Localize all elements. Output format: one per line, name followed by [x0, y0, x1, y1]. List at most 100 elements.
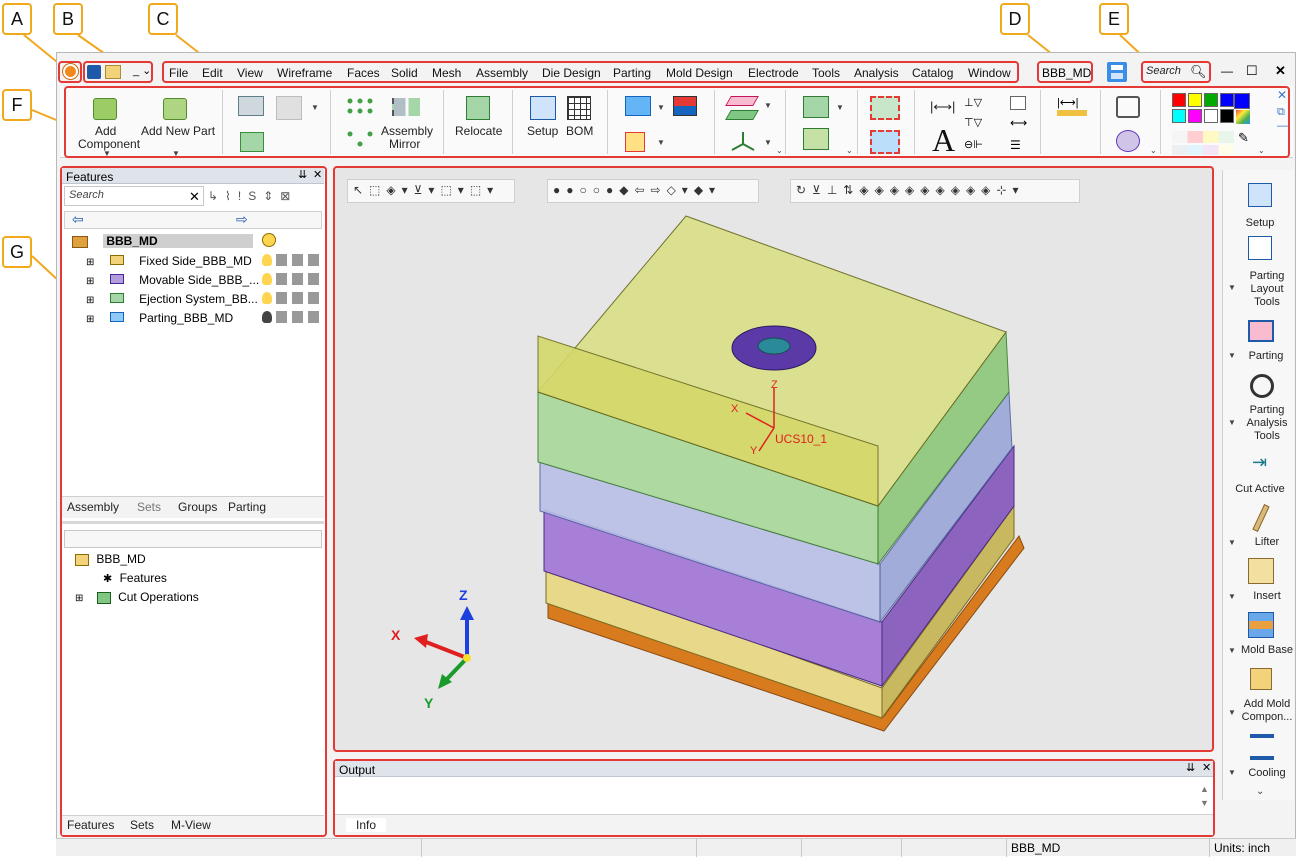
weld-icon[interactable]: ⊖⊩ — [964, 138, 983, 151]
tree-item-parting[interactable]: ⊞ Parting_BBB_MD — [86, 311, 233, 325]
tab-sets[interactable]: Sets — [137, 500, 161, 514]
ribbon-overflow-1[interactable]: ⌄ — [776, 146, 783, 155]
side-lifter-label[interactable]: Lifter — [1238, 536, 1296, 549]
setup-label[interactable]: Setup — [527, 124, 558, 138]
measure-icon[interactable]: |⟷| — [1057, 96, 1087, 116]
side-add-mold-component-label[interactable]: Add Mold Compon... — [1238, 698, 1296, 724]
inspect-icon[interactable] — [1116, 130, 1140, 152]
panel-pin-icon[interactable]: ⇊ — [298, 168, 307, 181]
menu-view[interactable]: View — [237, 66, 263, 80]
component-edit-icon[interactable] — [238, 96, 264, 116]
explode-dropdown[interactable]: ▼ — [657, 138, 665, 147]
color-swatch-magenta[interactable] — [1188, 109, 1202, 123]
tree-root-row[interactable]: BBB_MD — [72, 234, 254, 248]
panel-splitter[interactable] — [62, 521, 324, 524]
ribbon-overflow-4[interactable]: ⌄ — [1258, 146, 1265, 155]
ruler-icon[interactable]: ⊥▽ — [964, 96, 982, 109]
output-pin-icon[interactable]: ⇊ — [1186, 761, 1195, 774]
tree-forward-icon[interactable]: ⇨ — [236, 211, 248, 228]
lower-tree-features[interactable]: ✱ Features — [103, 571, 167, 585]
menu-faces[interactable]: Faces — [347, 66, 380, 80]
side-mold-base-icon[interactable] — [1248, 612, 1274, 638]
add-new-part-dropdown[interactable]: ▼ — [172, 149, 180, 158]
menu-edit[interactable]: Edit — [202, 66, 223, 80]
output-scrollbar[interactable]: ▲ ▼ — [1200, 782, 1212, 812]
pattern-icon[interactable] — [345, 96, 379, 152]
tree-item-ejection-system[interactable]: ⊞ Ejection System_BB... — [86, 292, 258, 306]
color-swatch-red[interactable] — [1172, 93, 1186, 107]
ribbon-restore-icon[interactable]: ⧉ — [1277, 106, 1285, 119]
tab-assembly[interactable]: Assembly — [67, 500, 119, 514]
output-close-icon[interactable]: ✕ — [1202, 761, 1211, 774]
lower-tree-cut-operations[interactable]: ⊞ Cut Operations — [75, 590, 199, 604]
menu-analysis[interactable]: Analysis — [854, 66, 899, 80]
bom-icon[interactable] — [567, 96, 591, 120]
expand-icon[interactable]: ⊞ — [86, 295, 94, 306]
balloon-icon[interactable]: ⟷ — [1010, 116, 1027, 130]
parting-state-icons[interactable] — [276, 311, 322, 323]
ribbon-overflow-2[interactable]: ⌄ — [846, 146, 853, 155]
assembly-mirror-icon[interactable] — [392, 98, 420, 116]
parting-bulb-icon[interactable] — [262, 311, 272, 323]
side-add-mold-component-icon[interactable] — [1250, 668, 1272, 690]
filter-icons[interactable]: ↳⌇!S⇕⊠ — [208, 189, 297, 203]
side-mold-base-dropdown[interactable]: ▼ — [1228, 646, 1236, 655]
text-icon[interactable]: A — [932, 122, 955, 159]
bottom-tab-sets[interactable]: Sets — [130, 818, 154, 832]
close-button[interactable]: ✕ — [1275, 63, 1286, 79]
bottom-tab-m-view[interactable]: M-View — [171, 818, 211, 832]
panel-close-icon[interactable]: ✕ — [313, 168, 322, 181]
side-cooling-label[interactable]: Cooling — [1238, 767, 1296, 780]
expand-icon[interactable]: ⊞ — [86, 314, 94, 325]
assembly-mirror-label-2[interactable]: Mirror — [389, 137, 420, 151]
side-parting-layout-icon[interactable] — [1248, 236, 1272, 260]
add-new-part-label[interactable]: Add New Part — [141, 124, 215, 138]
menu-window[interactable]: Window — [968, 66, 1011, 80]
assembly-mirror-label-1[interactable]: Assembly — [381, 124, 433, 138]
relocate-icon[interactable] — [466, 96, 490, 120]
component-gray-icon[interactable] — [276, 96, 302, 120]
setup-icon[interactable] — [530, 96, 556, 120]
side-insert-dropdown[interactable]: ▼ — [1228, 592, 1236, 601]
list-icon[interactable]: ☰ — [1010, 138, 1021, 152]
side-cooling-icon[interactable] — [1250, 734, 1274, 760]
color-swatch-cyan[interactable] — [1172, 109, 1186, 123]
color-swatch-blue[interactable] — [1220, 93, 1234, 107]
side-insert-label[interactable]: Insert — [1238, 590, 1296, 603]
mold-assembly-model[interactable] — [334, 166, 1214, 751]
save-document-icon[interactable] — [1107, 62, 1127, 82]
search-input[interactable]: Search — [1146, 65, 1181, 77]
side-parting-label[interactable]: Parting — [1236, 350, 1296, 363]
side-add-mold-component-dropdown[interactable]: ▼ — [1228, 708, 1236, 717]
solid-box-dropdown[interactable]: ▼ — [836, 103, 844, 112]
bottom-tab-features[interactable]: Features — [67, 818, 114, 832]
menu-assembly[interactable]: Assembly — [476, 66, 528, 80]
menu-mesh[interactable]: Mesh — [432, 66, 461, 80]
tab-groups[interactable]: Groups — [178, 500, 217, 514]
move-component-dropdown[interactable]: ▼ — [657, 103, 665, 112]
tree-item-movable-side[interactable]: ⊞ Movable Side_BBB_... — [86, 273, 259, 287]
tab-parting[interactable]: Parting — [228, 500, 266, 514]
movable-side-state-icons[interactable] — [276, 273, 322, 285]
expand-icon[interactable]: ⊞ — [86, 276, 94, 287]
features-search-input[interactable]: Search — [64, 186, 204, 206]
side-parting-analysis-icon[interactable] — [1250, 374, 1274, 398]
add-new-part-icon[interactable] — [163, 98, 187, 120]
plane-dropdown[interactable]: ▼ — [764, 101, 772, 110]
side-parting-analysis-dropdown[interactable]: ▼ — [1228, 418, 1236, 427]
split-icon[interactable] — [870, 96, 900, 120]
side-cut-active-label[interactable]: Cut Active — [1225, 483, 1295, 496]
search-icon[interactable]: 🔍︎ — [1190, 64, 1207, 80]
fixed-side-bulb-icon[interactable] — [262, 254, 272, 266]
ribbon-close-icon[interactable]: ✕ — [1277, 88, 1287, 102]
side-insert-icon[interactable] — [1248, 558, 1274, 584]
menu-solid[interactable]: Solid — [391, 66, 418, 80]
table-icon[interactable] — [1010, 96, 1026, 110]
side-parting-icon[interactable] — [1248, 320, 1274, 342]
solid-chamfer-icon[interactable] — [803, 128, 829, 150]
plane-green-icon[interactable] — [725, 110, 759, 120]
tree-back-icon[interactable]: ⇦ — [72, 211, 84, 228]
movable-side-bulb-icon[interactable] — [262, 273, 272, 285]
side-mold-base-label[interactable]: Mold Base — [1238, 644, 1296, 657]
side-cooling-dropdown[interactable]: ▼ — [1228, 768, 1236, 777]
